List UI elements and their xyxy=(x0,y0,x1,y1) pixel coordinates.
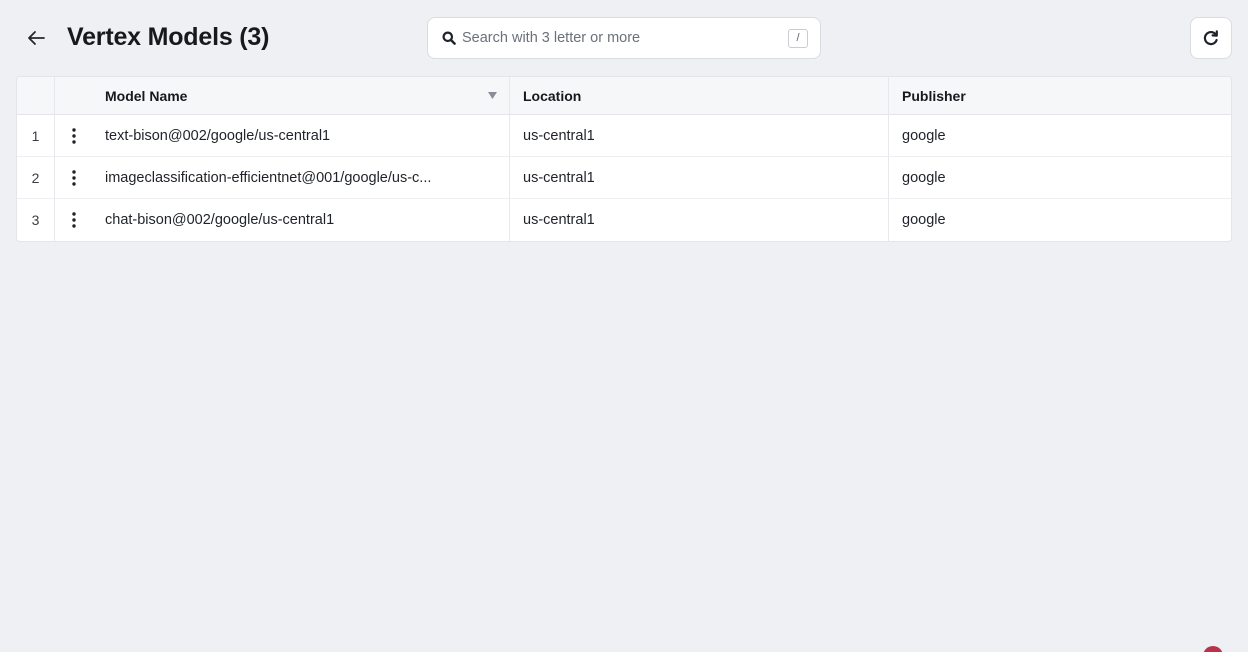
header-menu-cell xyxy=(55,77,93,114)
row-index: 3 xyxy=(17,199,55,241)
refresh-button[interactable] xyxy=(1190,17,1232,59)
refresh-icon xyxy=(1203,30,1218,46)
page: Vertex Models (3) / Model Name Location … xyxy=(0,0,1248,652)
arrow-left-icon xyxy=(28,31,45,45)
model-name-cell: text-bison@002/google/us-central1 xyxy=(93,115,510,156)
back-button[interactable] xyxy=(22,24,50,52)
row-index: 1 xyxy=(17,115,55,156)
row-actions-cell xyxy=(55,157,93,198)
search-icon xyxy=(442,31,456,45)
table-row[interactable]: 3 chat-bison@002/google/us-central1 us-c… xyxy=(17,199,1231,241)
model-name: text-bison@002/google/us-central1 xyxy=(105,127,331,144)
models-table: Model Name Location Publisher 1 text-bis… xyxy=(16,76,1232,242)
row-actions-cell xyxy=(55,199,93,241)
help-badge[interactable] xyxy=(1203,646,1223,652)
publisher-cell: google xyxy=(902,169,946,186)
row-index: 2 xyxy=(17,157,55,198)
publisher-cell: google xyxy=(902,127,946,144)
location-cell: us-central1 xyxy=(510,199,889,241)
location-cell: us-central1 xyxy=(510,157,889,198)
column-header-location[interactable]: Location xyxy=(510,77,889,114)
column-header-model-name-label: Model Name xyxy=(105,87,188,104)
column-header-publisher[interactable]: Publisher xyxy=(889,77,1231,114)
model-name-cell: chat-bison@002/google/us-central1 xyxy=(93,199,510,241)
table-row[interactable]: 2 imageclassification-efficientnet@001/g… xyxy=(17,157,1231,199)
model-name-cell: imageclassification-efficientnet@001/goo… xyxy=(93,157,510,198)
page-title: Vertex Models (3) xyxy=(67,23,270,51)
search-input[interactable] xyxy=(462,26,792,50)
more-vertical-icon[interactable] xyxy=(69,211,79,229)
column-header-model-name[interactable]: Model Name xyxy=(93,77,510,114)
table-row[interactable]: 1 text-bison@002/google/us-central1 us-c… xyxy=(17,115,1231,157)
publisher-cell: google xyxy=(902,212,946,228)
row-actions-cell xyxy=(55,115,93,156)
more-vertical-icon[interactable] xyxy=(69,169,79,187)
search-box[interactable]: / xyxy=(427,17,821,59)
table-header-row: Model Name Location Publisher xyxy=(17,77,1231,115)
model-name: chat-bison@002/google/us-central1 xyxy=(105,212,335,228)
sort-down-icon[interactable] xyxy=(488,92,497,99)
header-index-cell xyxy=(17,77,55,114)
location-cell: us-central1 xyxy=(510,115,889,156)
model-name: imageclassification-efficientnet@001/goo… xyxy=(105,169,432,186)
search-shortcut-key: / xyxy=(788,29,808,48)
more-vertical-icon[interactable] xyxy=(69,127,79,145)
